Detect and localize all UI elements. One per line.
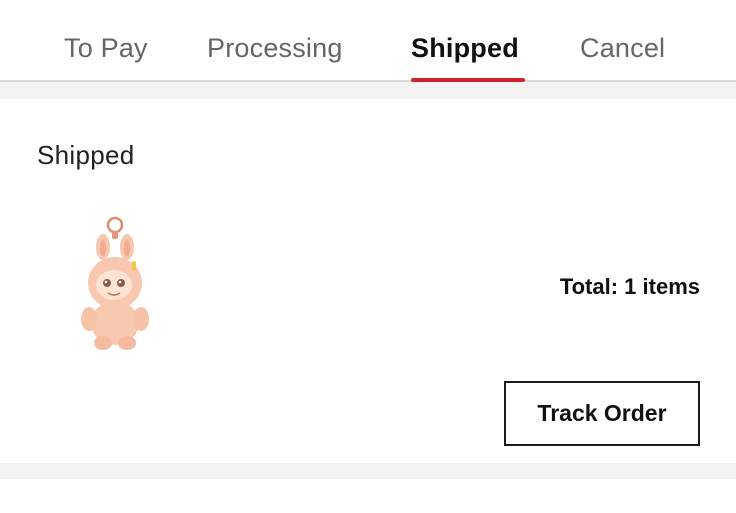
tab-cancel[interactable]: Cancel [580, 30, 665, 66]
order-card: Shipped Total: 1 items Track Order [0, 99, 736, 463]
order-status-tabs: To Pay Processing Shipped Cancel [0, 0, 736, 82]
order-status-label: Shipped [37, 140, 135, 170]
tab-to-pay[interactable]: To Pay [64, 30, 148, 66]
track-order-button[interactable]: Track Order [504, 381, 700, 446]
section-separator [0, 82, 736, 99]
product-thumbnail[interactable] [70, 215, 160, 355]
section-separator [0, 463, 736, 479]
next-order-card [0, 479, 736, 513]
order-total: Total: 1 items [559, 274, 700, 299]
tab-processing[interactable]: Processing [207, 30, 343, 66]
tab-shipped[interactable]: Shipped [411, 30, 519, 66]
